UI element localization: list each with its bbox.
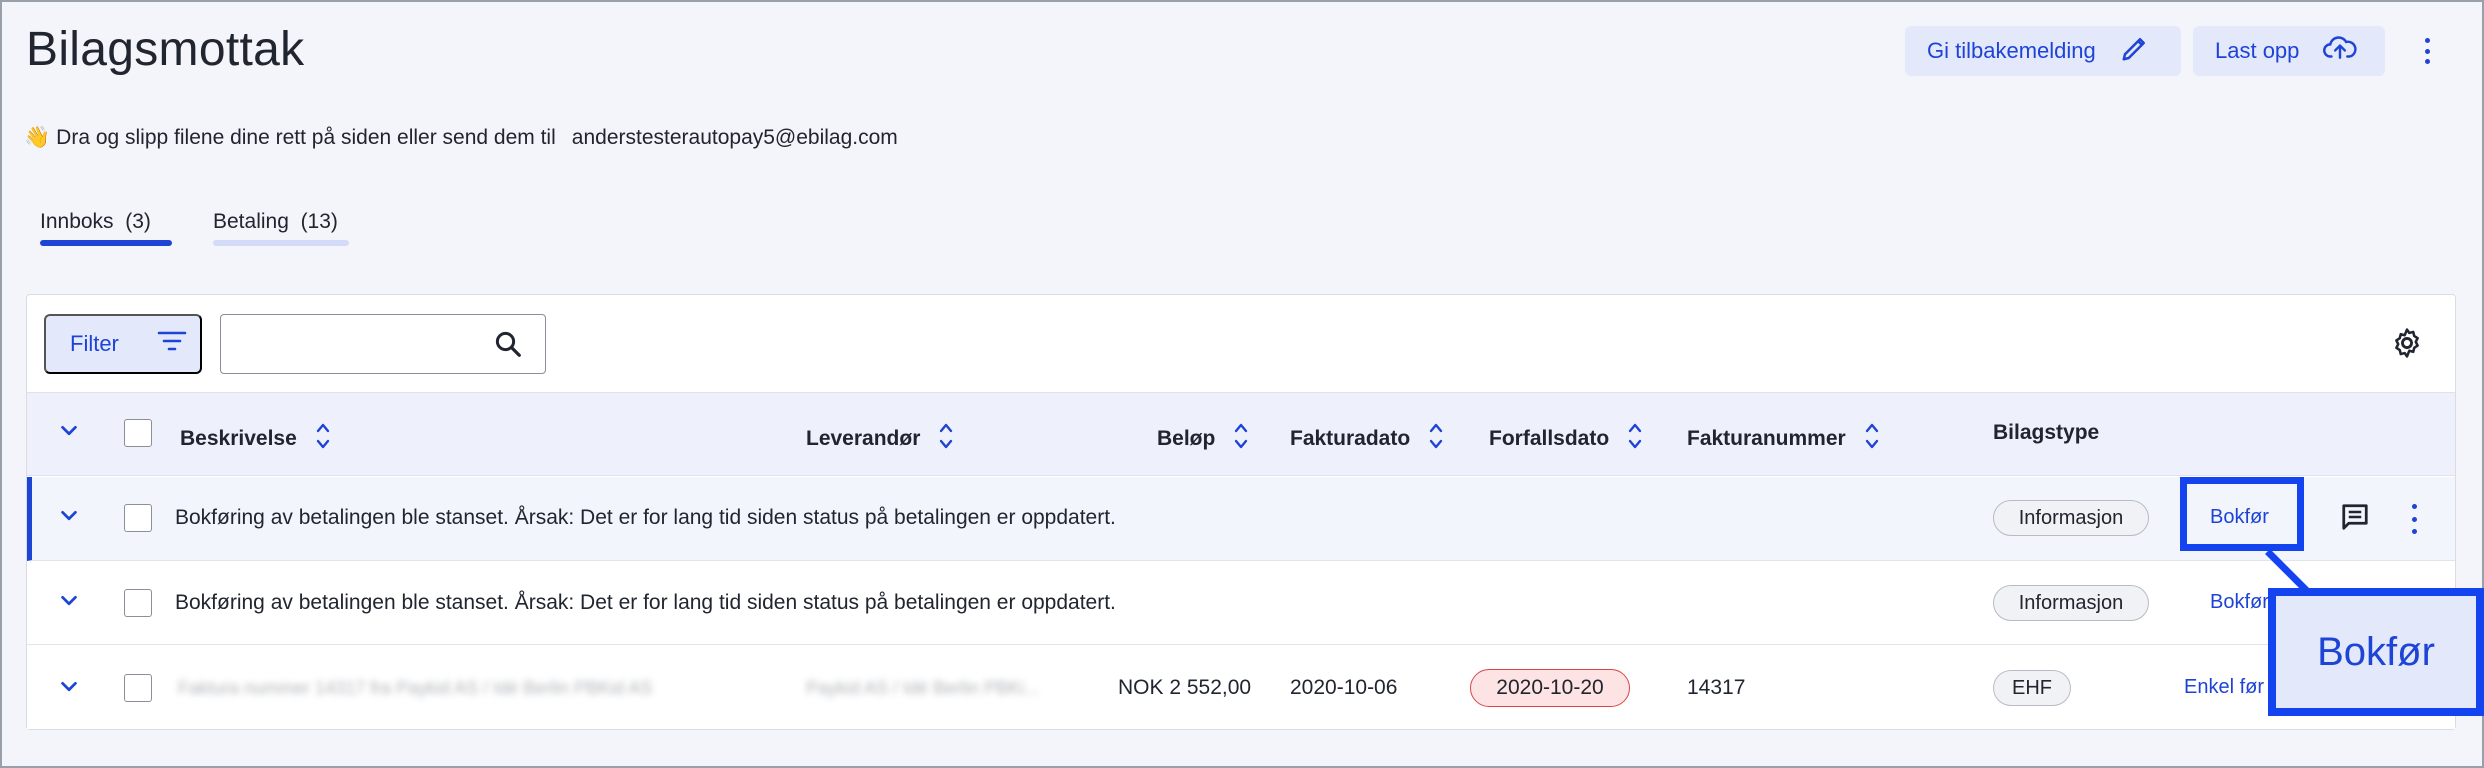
- sort-icon: [1864, 421, 1880, 457]
- expand-row-chevron-icon[interactable]: [58, 676, 80, 703]
- sort-icon: [938, 421, 954, 457]
- expand-row-chevron-icon[interactable]: [58, 590, 80, 617]
- sort-icon: [1428, 421, 1444, 457]
- column-header-document-type: Bilagstype: [1993, 421, 2100, 444]
- wave-icon: 👋: [24, 126, 51, 149]
- tab-payment-count: (13): [300, 210, 338, 233]
- select-all-checkbox[interactable]: [124, 419, 152, 447]
- tab-inbox-indicator: [40, 240, 172, 246]
- upload-button[interactable]: Last opp: [2193, 26, 2385, 76]
- tab-payment-indicator: [213, 240, 349, 246]
- tab-inbox[interactable]: Innboks (3): [40, 210, 151, 234]
- row-description: Bokføring av betalingen ble stanset. Års…: [175, 591, 1116, 614]
- expand-row-chevron-icon[interactable]: [58, 505, 80, 532]
- pencil-icon: [2120, 33, 2150, 69]
- row-checkbox[interactable]: [124, 674, 152, 702]
- tab-inbox-count: (3): [125, 210, 151, 233]
- zoom-callout-label: Bokfør: [2317, 629, 2435, 674]
- row-invoice-date: 2020-10-06: [1290, 676, 1398, 699]
- row-supplier: Paykid AS / Idé Berlin PBKi...: [806, 678, 1040, 698]
- row-description: Faktura nummer 14317 fra Paykid AS / Idé…: [178, 678, 653, 698]
- cloud-upload-icon: [2323, 33, 2357, 69]
- inbox-email: anderstesterautopay5@ebilag.com: [571, 126, 898, 149]
- filter-button[interactable]: Filter: [44, 314, 202, 374]
- search-icon[interactable]: [493, 329, 523, 364]
- column-header-invoice-date[interactable]: Fakturadato: [1290, 421, 1444, 457]
- filter-button-label: Filter: [70, 331, 119, 356]
- highlight-box: [2180, 477, 2304, 551]
- document-type-badge: EHF: [1993, 670, 2071, 706]
- page-title: Bilagsmottak: [26, 23, 305, 76]
- sort-icon: [315, 421, 331, 457]
- column-header-description[interactable]: Beskrivelse: [180, 421, 331, 457]
- row-invoice-number: 14317: [1687, 676, 1746, 699]
- column-header-supplier[interactable]: Leverandør: [806, 421, 954, 457]
- tab-payment[interactable]: Betaling (13): [213, 210, 338, 234]
- more-options-icon[interactable]: [2415, 34, 2439, 68]
- due-date-badge: 2020-10-20: [1470, 669, 1630, 707]
- drop-hint-text: Dra og slipp filene dine rett på siden e…: [56, 126, 556, 149]
- row-amount: NOK 2 552,00: [1118, 676, 1252, 699]
- comment-icon[interactable]: [2338, 502, 2372, 537]
- row-checkbox[interactable]: [124, 504, 152, 532]
- feedback-button-label: Gi tilbakemelding: [1927, 38, 2096, 63]
- column-header-due-date[interactable]: Forfallsdato: [1489, 421, 1643, 457]
- filter-icon: [157, 329, 187, 359]
- search-field[interactable]: [220, 314, 546, 374]
- sort-icon: [1233, 421, 1249, 457]
- feedback-button[interactable]: Gi tilbakemelding: [1905, 26, 2181, 76]
- document-type-badge: Informasjon: [1993, 500, 2149, 536]
- zoom-callout: Bokfør: [2268, 588, 2484, 716]
- tab-inbox-label: Innboks: [40, 210, 114, 233]
- drop-hint: 👋 Dra og slipp filene dine rett på siden…: [24, 126, 898, 150]
- document-type-badge: Informasjon: [1993, 585, 2149, 621]
- search-input[interactable]: [231, 325, 481, 363]
- settings-gear-icon[interactable]: [2390, 326, 2424, 365]
- row-more-icon[interactable]: [2409, 504, 2419, 534]
- row-description: Bokføring av betalingen ble stanset. Års…: [175, 506, 1116, 529]
- sort-icon: [1627, 421, 1643, 457]
- tab-payment-label: Betaling: [213, 210, 289, 233]
- column-header-invoice-number[interactable]: Fakturanummer: [1687, 421, 1880, 457]
- row-checkbox[interactable]: [124, 589, 152, 617]
- simple-post-button[interactable]: Enkel før: [2184, 676, 2264, 699]
- expand-all-chevron-icon[interactable]: [58, 420, 80, 447]
- post-button[interactable]: Bokfør: [2210, 591, 2269, 614]
- column-header-amount[interactable]: Beløp: [1157, 421, 1249, 457]
- upload-button-label: Last opp: [2215, 38, 2300, 63]
